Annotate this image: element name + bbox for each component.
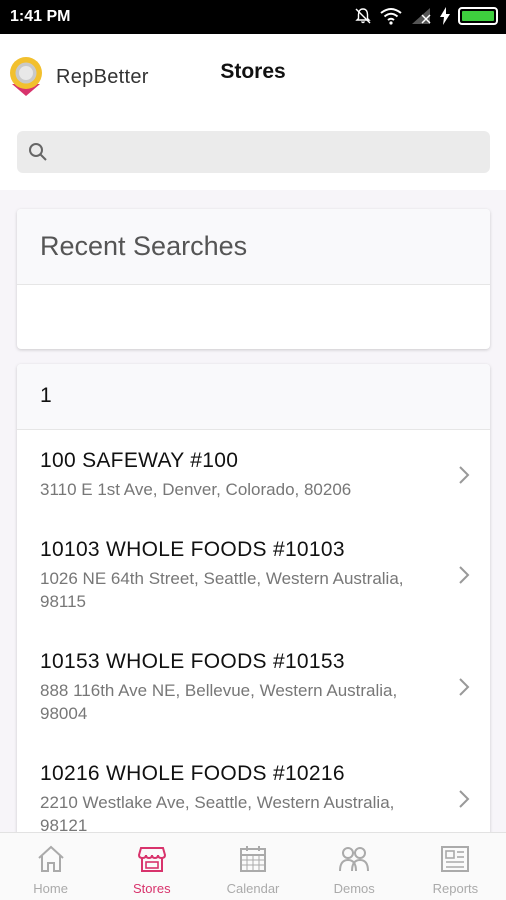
tab-calendar[interactable]: Calendar — [202, 833, 303, 900]
recent-searches-title: Recent Searches — [40, 231, 248, 261]
status-bar: 1:41 PM — [0, 0, 506, 34]
search-section — [0, 114, 506, 190]
store-address: 3110 E 1st Ave, Denver, Colorado, 80206 — [40, 480, 352, 499]
calendar-icon — [240, 846, 266, 872]
status-time: 1:41 PM — [10, 8, 71, 25]
tab-stores[interactable]: Stores — [101, 833, 202, 900]
chevron-right-icon — [459, 790, 470, 808]
notifications-off-icon — [355, 8, 371, 24]
store-icon — [137, 847, 166, 872]
store-name: 100 SAFEWAY #100 — [40, 449, 239, 472]
search-bar[interactable] — [17, 131, 490, 173]
tab-demos[interactable]: Demos — [304, 833, 405, 900]
tab-reports-label: Reports — [432, 881, 479, 896]
app-header: RepBetter Stores — [0, 34, 506, 114]
search-icon — [29, 143, 47, 161]
recent-searches-card: Recent Searches — [17, 209, 490, 349]
store-name: 10153 WHOLE FOODS #10153 — [40, 650, 345, 673]
reports-icon — [441, 846, 470, 872]
signal-icon — [412, 8, 431, 24]
status-icons — [354, 7, 498, 25]
tab-demos-label: Demos — [333, 881, 375, 896]
wifi-icon — [380, 8, 402, 25]
tab-home-label: Home — [33, 881, 68, 896]
store-name: 10103 WHOLE FOODS #10103 — [40, 538, 345, 561]
tab-calendar-label: Calendar — [226, 881, 280, 896]
demos-icon — [339, 847, 370, 872]
results-group-header: 1 — [17, 364, 490, 430]
page-title: Stores — [220, 60, 286, 83]
store-list-item[interactable]: 100 SAFEWAY #100 3110 E 1st Ave, Denver,… — [17, 430, 490, 519]
recent-searches-header: Recent Searches — [17, 209, 490, 285]
chevron-right-icon — [459, 465, 470, 484]
bottom-tab-bar: Home Stores Calendar Demos Reports — [0, 832, 506, 900]
charging-icon — [440, 7, 450, 25]
store-results-card: 1 100 SAFEWAY #100 3110 E 1st Ave, Denve… — [17, 364, 490, 844]
tab-stores-label: Stores — [133, 881, 171, 896]
chevron-right-icon — [459, 566, 470, 584]
results-group-label: 1 — [40, 384, 52, 407]
store-list-item[interactable]: 10216 WHOLE FOODS #10216 2210 Westlake A… — [17, 743, 490, 844]
store-list-item[interactable]: 10103 WHOLE FOODS #10103 1026 NE 64th St… — [17, 519, 490, 631]
store-address: 1026 NE 64th Street, Seattle, Western Au… — [40, 569, 404, 611]
chevron-right-icon — [459, 678, 470, 696]
store-name: 10216 WHOLE FOODS #10216 — [40, 762, 345, 785]
tab-home[interactable]: Home — [0, 833, 101, 900]
search-input[interactable] — [59, 139, 479, 165]
store-list-item[interactable]: 10153 WHOLE FOODS #10153 888 116th Ave N… — [17, 631, 490, 743]
store-address: 888 116th Ave NE, Bellevue, Western Aust… — [40, 681, 398, 723]
store-address: 2210 Westlake Ave, Seattle, Western Aust… — [40, 793, 395, 835]
battery-icon — [458, 7, 498, 25]
home-icon — [37, 845, 64, 872]
tab-reports[interactable]: Reports — [405, 833, 506, 900]
